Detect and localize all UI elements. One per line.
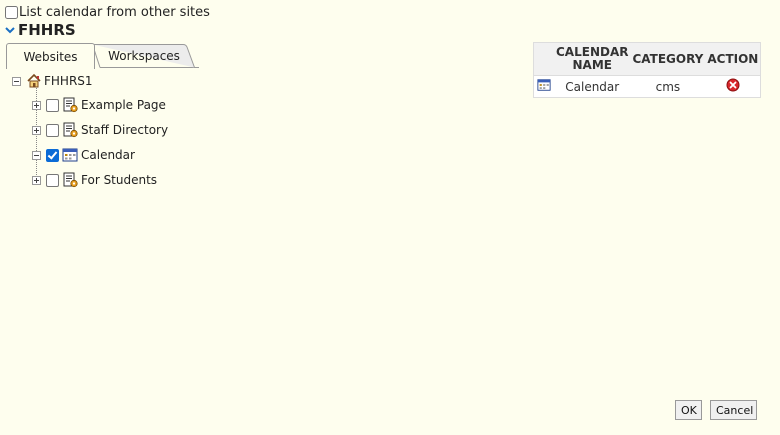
tab-workspaces[interactable]: Workspaces <box>100 43 188 68</box>
ok-button[interactable]: OK <box>675 400 702 420</box>
calendar-icon <box>537 79 551 91</box>
category-cell: cms <box>630 75 706 98</box>
tree-item-label: Calendar <box>81 148 135 162</box>
tab-websites[interactable]: Websites <box>6 43 95 69</box>
list-other-sites-label: List calendar from other sites <box>19 5 210 20</box>
action-cell <box>705 75 761 98</box>
house-icon <box>27 73 41 88</box>
cancel-button[interactable]: Cancel <box>710 400 757 420</box>
page-icon <box>63 172 78 188</box>
site-header[interactable]: FHHRS <box>4 21 76 39</box>
tree-item-label: Example Page <box>81 98 166 112</box>
expand-toggle[interactable] <box>32 125 41 135</box>
tree-item-label: For Students <box>81 173 158 187</box>
page-icon <box>63 97 78 113</box>
category-header: CATEGORY <box>630 42 706 76</box>
tree-item-checkbox[interactable] <box>46 173 59 187</box>
tree-item-label: Staff Directory <box>81 123 169 137</box>
collapse-toggle[interactable] <box>12 76 21 86</box>
calendar-name-cell: Calendar <box>554 75 631 98</box>
tree-root-label: FHHRS1 <box>44 74 93 88</box>
tree-item-for-students[interactable]: For Students <box>32 171 157 189</box>
tree-item-checkbox[interactable] <box>46 148 59 162</box>
action-header: ACTION <box>705 42 761 76</box>
table-header-row: CALENDAR NAME CATEGORY ACTION <box>533 42 761 76</box>
list-other-sites-option[interactable]: List calendar from other sites <box>5 5 210 20</box>
tree-item-checkbox[interactable] <box>46 98 59 112</box>
tree-item-checkbox[interactable] <box>46 123 59 137</box>
site-title: FHHRS <box>18 21 76 39</box>
tree-item-calendar[interactable]: Calendar <box>32 146 135 164</box>
selected-calendars-table: CALENDAR NAME CATEGORY ACTION Calendar c… <box>533 42 762 98</box>
tree-item-example-page[interactable]: Example Page <box>32 96 166 114</box>
delete-icon[interactable] <box>726 78 740 92</box>
row-icon-cell <box>533 75 554 98</box>
collapse-toggle[interactable] <box>32 150 41 160</box>
site-tabs: Websites Workspaces <box>6 43 199 69</box>
tree-item-staff-directory[interactable]: Staff Directory <box>32 121 168 139</box>
expand-toggle[interactable] <box>32 100 41 110</box>
table-row: Calendar cms <box>533 75 761 98</box>
list-other-sites-checkbox[interactable] <box>5 6 18 19</box>
calendar-name-header: CALENDAR NAME <box>554 42 631 76</box>
calendar-name-header-line2: NAME <box>572 58 612 72</box>
calendar-name-header-line1: CALENDAR <box>556 45 629 59</box>
tree-root[interactable]: FHHRS1 <box>12 72 93 90</box>
calendar-icon <box>62 148 78 162</box>
chevron-down-icon[interactable] <box>4 24 16 36</box>
page-icon <box>63 122 78 138</box>
icon-column-header <box>533 42 554 76</box>
expand-toggle[interactable] <box>32 175 41 185</box>
